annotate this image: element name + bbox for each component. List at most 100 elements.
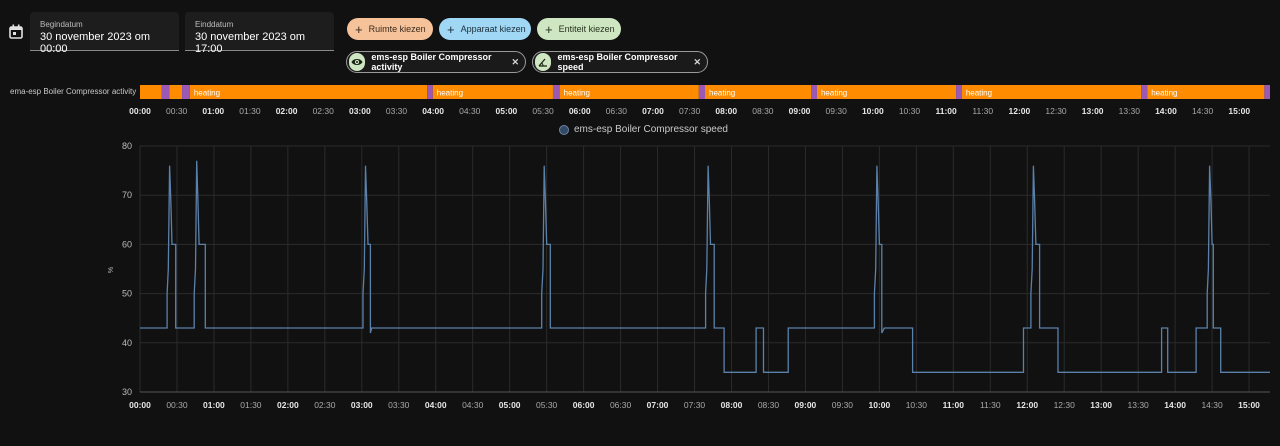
x-tick-label: 01:00	[203, 400, 225, 410]
timeline-segment-idle[interactable]	[427, 85, 433, 99]
timeline-segment-idle[interactable]	[552, 85, 560, 99]
timeline-tick-label: 14:00	[1155, 106, 1177, 116]
end-date-value: 30 november 2023 om 17:00	[195, 31, 306, 55]
timeline-tick-label: 10:00	[862, 106, 884, 116]
x-tick-label: 12:30	[1054, 400, 1076, 410]
chart-legend[interactable]: ems-esp Boiler Compressor speed	[559, 124, 728, 135]
x-tick-label: 06:00	[573, 400, 595, 410]
timeline-segment-idle[interactable]	[182, 85, 190, 99]
choose-entity-label: Entiteit kiezen	[558, 24, 615, 34]
timeline-tick-label: 11:00	[935, 106, 957, 116]
close-icon[interactable]: ✕	[693, 57, 701, 68]
timeline-segment-heating[interactable]	[140, 85, 162, 99]
legend-swatch	[559, 124, 569, 135]
x-tick-label: 09:00	[795, 400, 817, 410]
x-tick-label: 02:30	[314, 400, 336, 410]
y-tick-label: 70	[122, 190, 132, 200]
legend-label: ems-esp Boiler Compressor speed	[574, 124, 728, 135]
choose-area-label: Ruimte kiezen	[368, 24, 426, 34]
timeline-segment-idle[interactable]	[1141, 85, 1148, 99]
x-tick-label: 04:30	[462, 400, 484, 410]
x-tick-label: 07:00	[647, 400, 669, 410]
end-date-label: Einddatum	[195, 20, 234, 29]
choose-device-label: Apparaat kiezen	[460, 24, 526, 34]
timeline-segment-idle[interactable]	[811, 85, 817, 99]
end-date-field[interactable]: Einddatum 30 november 2023 om 17:00	[185, 12, 334, 55]
x-tick-label: 10:30	[906, 400, 928, 410]
close-icon[interactable]: ✕	[511, 57, 519, 68]
plus-icon: +	[355, 21, 363, 37]
timeline-segment-idle[interactable]	[956, 85, 962, 99]
timeline-tick-label: 01:30	[239, 106, 261, 116]
timeline-segment-idle[interactable]	[1264, 85, 1270, 99]
y-tick-label: 80	[122, 141, 132, 151]
x-tick-label: 12:00	[1016, 400, 1038, 410]
series-line-compressor-speed[interactable]	[140, 160, 1270, 373]
choose-entity-button[interactable]: + Entiteit kiezen	[537, 18, 621, 40]
calendar-icon[interactable]	[9, 24, 23, 39]
timeline-segment-heating[interactable]	[189, 85, 428, 99]
timeline-tick-label: 14:30	[1192, 106, 1214, 116]
timeline-segment-label: heating	[821, 89, 847, 98]
timeline-tick-label: 07:30	[679, 106, 701, 116]
x-tick-label: 11:30	[980, 400, 1001, 410]
y-tick-label: 60	[122, 239, 132, 249]
angle-icon	[535, 53, 552, 71]
choose-area-button[interactable]: + Ruimte kiezen	[347, 18, 433, 40]
timeline-segment-heating[interactable]	[169, 85, 183, 99]
choose-device-button[interactable]: + Apparaat kiezen	[439, 18, 531, 40]
speed-line-chart[interactable]: 30 40 50 60 70 80% 00:00 00:30 01:00 01:30 02:00 02…	[0, 140, 1280, 420]
timeline-tick-label: 01:00	[202, 106, 224, 116]
x-tick-label: 01:30	[240, 400, 262, 410]
timeline-tick-label: 11:30	[972, 106, 993, 116]
timeline-segment-idle[interactable]	[698, 85, 705, 99]
timeline-tick-label: 09:30	[826, 106, 848, 116]
x-tick-label: 08:00	[721, 400, 743, 410]
timeline-tick-label: 13:00	[1082, 106, 1104, 116]
timeline-chart[interactable]: heating heating heating heating heating heati…	[0, 82, 1280, 118]
timeline-segment-label: heating	[1151, 89, 1177, 98]
eye-icon	[349, 53, 366, 71]
x-tick-label: 04:00	[425, 400, 447, 410]
timeline-segment-label: heating	[966, 89, 992, 98]
plus-icon: +	[447, 21, 455, 37]
x-tick-label: 03:30	[388, 400, 410, 410]
y-tick-label: 30	[122, 387, 132, 397]
timeline-tick-label: 09:00	[789, 106, 811, 116]
entity-chip-label: ems-esp Boiler Compressor activity	[371, 52, 492, 72]
x-tick-label: 05:30	[536, 400, 558, 410]
timeline-tick-label: 08:30	[752, 106, 774, 116]
x-tick-label: 15:00	[1238, 400, 1260, 410]
timeline-tick-label: 02:30	[313, 106, 335, 116]
timeline-segment-label: heating	[564, 89, 590, 98]
x-tick-label: 02:00	[277, 400, 299, 410]
x-tick-label: 09:30	[832, 400, 854, 410]
timeline-tick-label: 07:00	[642, 106, 664, 116]
timeline-segment-label: heating	[709, 89, 735, 98]
plus-icon: +	[545, 21, 553, 37]
start-date-label: Begindatum	[40, 20, 83, 29]
timeline-tick-label: 03:00	[349, 106, 371, 116]
x-tick-label: 06:30	[610, 400, 632, 410]
timeline-tick-label: 15:00	[1228, 106, 1250, 116]
entity-chip-compressor-speed[interactable]: ems-esp Boiler Compressor speed ✕	[532, 51, 708, 73]
timeline-tick-label: 05:30	[532, 106, 554, 116]
x-tick-label: 07:30	[684, 400, 706, 410]
timeline-tick-label: 10:30	[899, 106, 921, 116]
timeline-tick-label: 06:00	[569, 106, 591, 116]
timeline-segment-idle[interactable]	[161, 85, 170, 99]
timeline-tick-label: 05:00	[496, 106, 518, 116]
entity-chip-label: ems-esp Boiler Compressor speed	[557, 52, 678, 72]
timeline-tick-label: 12:00	[1009, 106, 1031, 116]
timeline-tick-label: 00:30	[166, 106, 188, 116]
timeline-tick-label: 00:00	[129, 106, 151, 116]
x-tick-label: 10:00	[868, 400, 890, 410]
start-date-field[interactable]: Begindatum 30 november 2023 om 00:00	[30, 12, 179, 55]
timeline-tick-label: 06:30	[606, 106, 628, 116]
timeline-tick-label: 03:30	[386, 106, 408, 116]
timeline-tick-label: 13:30	[1119, 106, 1141, 116]
x-tick-label: 00:00	[129, 400, 151, 410]
x-tick-label: 14:30	[1201, 400, 1223, 410]
entity-chip-compressor-activity[interactable]: ems-esp Boiler Compressor activity ✕	[346, 51, 526, 73]
start-date-value: 30 november 2023 om 00:00	[40, 31, 151, 55]
